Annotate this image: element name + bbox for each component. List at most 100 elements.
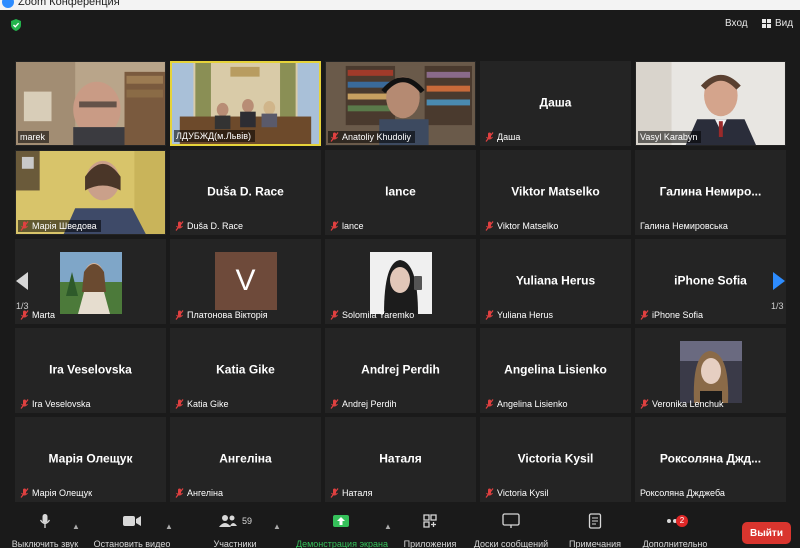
participant-display-name: Yuliana Herus xyxy=(515,273,596,288)
participant-name: Даша xyxy=(497,132,521,142)
video-options-caret-icon[interactable]: ▲ xyxy=(165,522,173,531)
leave-meeting-button[interactable]: Выйти xyxy=(742,522,791,544)
stop-video-button[interactable]: ▲ Остановить видео xyxy=(87,510,177,548)
participant-tile[interactable]: Марія Олещук Марія Олещук xyxy=(15,417,166,502)
apps-icon xyxy=(423,514,437,528)
participants-button[interactable]: 59 ▲ Участники xyxy=(190,510,281,548)
participant-tile[interactable]: marek xyxy=(15,61,166,146)
participant-label: Andrej Perdih xyxy=(328,398,401,410)
muted-mic-icon xyxy=(330,488,339,498)
avatar-initial: V xyxy=(214,252,277,310)
participant-label: Ангеліна xyxy=(173,487,227,499)
enter-button[interactable]: Вход xyxy=(725,18,748,29)
participant-display-name: Роксоляна Джд... xyxy=(659,451,762,466)
participant-label: Solomiia Yaremko xyxy=(328,309,418,321)
participant-tile[interactable]: Victoria Kysil Victoria Kysil xyxy=(480,417,631,502)
participant-tile[interactable]: iPhone Sofia iPhone Sofia xyxy=(635,239,786,324)
mute-button[interactable]: ▲ Выключить звук xyxy=(0,510,90,548)
mute-label: Выключить звук xyxy=(11,539,79,548)
apps-button[interactable]: Приложения xyxy=(385,510,475,548)
participant-tile[interactable]: Ira Veselovska Ira Veselovska xyxy=(15,328,166,413)
whiteboards-button[interactable]: Доски сообщений xyxy=(466,510,556,548)
enter-label: Вход xyxy=(725,18,748,29)
meeting-toolbar: ▲ Выключить звук ▲ Остановить видео 59 ▲… xyxy=(0,510,800,548)
participant-tile[interactable]: Vasyl Karabyn xyxy=(635,61,786,146)
participant-display-name: Ira Veselovska xyxy=(49,362,132,377)
muted-mic-icon xyxy=(330,399,339,409)
muted-mic-icon xyxy=(330,132,339,142)
notes-label: Примечания xyxy=(569,539,621,548)
participant-name: Duša D. Race xyxy=(187,221,244,231)
participant-name: Платонова Вікторія xyxy=(187,310,268,320)
participant-tile[interactable]: Andrej Perdih Andrej Perdih xyxy=(325,328,476,413)
participant-label: Veronika Lenchuk xyxy=(638,398,728,410)
participant-tile-active-speaker[interactable]: ЛДУБЖД(м.Львів) xyxy=(170,61,321,146)
participant-label: lance xyxy=(328,220,368,232)
share-screen-icon xyxy=(333,515,349,527)
participant-name: Марія Олещук xyxy=(32,488,93,498)
muted-mic-icon xyxy=(485,132,494,142)
apps-label: Приложения xyxy=(403,539,457,548)
participant-tile[interactable]: Viktor Matselko Viktor Matselko xyxy=(480,150,631,235)
video-camera-icon xyxy=(123,516,141,526)
muted-mic-icon xyxy=(485,399,494,409)
share-screen-button[interactable]: ▲ Демонстрация экрана xyxy=(296,510,392,548)
participant-display-name: Даша xyxy=(539,95,572,110)
participant-tile[interactable]: Anatoliy Khudoliy xyxy=(325,61,476,146)
profile-photo-solomiia xyxy=(369,252,432,314)
participant-name: Роксоляна Джджеба xyxy=(640,488,725,498)
zoom-logo-icon xyxy=(2,0,14,8)
grid-view-icon xyxy=(762,19,771,28)
muted-mic-icon xyxy=(640,310,649,320)
participant-tile[interactable]: Marta xyxy=(15,239,166,324)
participant-display-name: Ангеліна xyxy=(219,451,272,466)
participant-name: Марія Шведова xyxy=(32,221,97,231)
participant-tile[interactable]: Ангеліна Ангеліна xyxy=(170,417,321,502)
shield-icon[interactable] xyxy=(9,18,23,32)
participant-name: Victoria Kysil xyxy=(497,488,549,498)
participant-tile[interactable]: Даша Даша xyxy=(480,61,631,146)
muted-mic-icon xyxy=(20,221,29,231)
participant-tile[interactable]: V Платонова Вікторія xyxy=(170,239,321,324)
participant-tile[interactable]: Yuliana Herus Yuliana Herus xyxy=(480,239,631,324)
mute-options-caret-icon[interactable]: ▲ xyxy=(72,522,80,531)
participant-label: Vasyl Karabyn xyxy=(638,131,702,143)
muted-mic-icon xyxy=(640,399,649,409)
participant-tile[interactable]: lance lance xyxy=(325,150,476,235)
participant-tile[interactable]: Галина Немиро... Галина Немировська xyxy=(635,150,786,235)
page-indicator-left: 1/3 xyxy=(16,301,29,311)
participant-display-name: Viktor Matselko xyxy=(511,184,600,199)
muted-mic-icon xyxy=(20,488,29,498)
participant-name: marek xyxy=(20,132,46,142)
muted-mic-icon xyxy=(20,310,29,320)
participant-name: Yuliana Herus xyxy=(497,310,554,320)
participant-tile[interactable]: Katia Gike Katia Gike xyxy=(170,328,321,413)
next-page-arrow-icon[interactable] xyxy=(773,272,785,290)
participants-options-caret-icon[interactable]: ▲ xyxy=(273,522,281,531)
participant-tile[interactable]: Angelina Lisienko Angelina Lisienko xyxy=(480,328,631,413)
whiteboard-icon xyxy=(502,513,520,528)
participant-label: Роксоляна Джджеба xyxy=(638,487,729,499)
participant-tile[interactable]: Марія Шведова xyxy=(15,150,166,235)
muted-mic-icon xyxy=(485,310,494,320)
participant-tile[interactable]: Solomiia Yaremko xyxy=(325,239,476,324)
participant-label: Ira Veselovska xyxy=(18,398,95,410)
participant-name: Vasyl Karabyn xyxy=(640,132,698,142)
participant-tile[interactable]: Роксоляна Джд... Роксоляна Джджеба xyxy=(635,417,786,502)
more-notification-badge: 2 xyxy=(676,515,688,527)
view-button[interactable]: Вид xyxy=(762,18,793,29)
notes-button[interactable]: Примечания xyxy=(550,510,640,548)
participant-tile[interactable]: Veronika Lenchuk xyxy=(635,328,786,413)
share-screen-label: Демонстрация экрана xyxy=(296,539,388,548)
previous-page-arrow-icon[interactable] xyxy=(16,272,28,290)
participant-label: Victoria Kysil xyxy=(483,487,552,499)
more-button[interactable]: 2 Дополнительно xyxy=(630,510,720,548)
participant-tile[interactable]: Duša D. Race Duša D. Race xyxy=(170,150,321,235)
participant-label: ЛДУБЖД(м.Львів) xyxy=(174,130,255,142)
participant-label: marek xyxy=(18,131,50,143)
participant-label: Даша xyxy=(483,131,524,143)
participant-name: Marta xyxy=(32,310,56,320)
participant-name: Katia Gike xyxy=(187,399,229,409)
participant-tile[interactable]: Наталя Наталя xyxy=(325,417,476,502)
muted-mic-icon xyxy=(175,488,184,498)
